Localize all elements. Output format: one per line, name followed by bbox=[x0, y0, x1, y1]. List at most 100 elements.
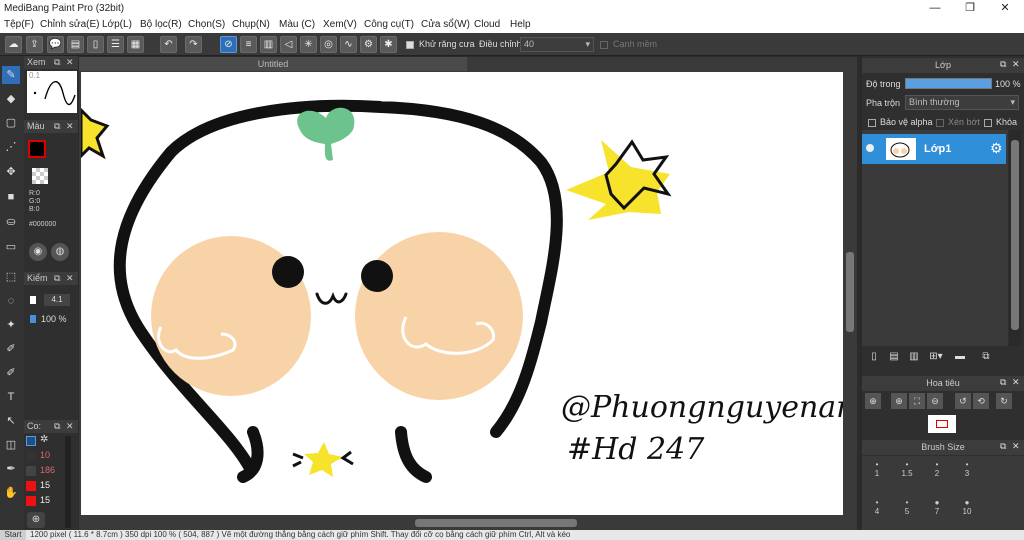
vertical-scroll-thumb[interactable] bbox=[846, 252, 854, 332]
float-icon[interactable]: ⧉ bbox=[54, 57, 60, 68]
lock-checkbox[interactable] bbox=[984, 118, 992, 129]
menu-capture[interactable]: Chụp(N) bbox=[232, 19, 270, 30]
gear-snap-icon[interactable]: ⚙ bbox=[360, 36, 377, 53]
brush-size-option[interactable]: • 1 bbox=[862, 460, 892, 480]
horizontal-scrollbar[interactable] bbox=[81, 517, 843, 529]
close-icon[interactable]: ✕ bbox=[66, 57, 74, 68]
menu-filter[interactable]: Bộ lọc(R) bbox=[140, 19, 182, 30]
eraser-tool-icon[interactable]: ◆ bbox=[2, 90, 20, 108]
menu-edit[interactable]: Chỉnh sửa(E) bbox=[40, 19, 100, 30]
close-icon[interactable]: ✕ bbox=[1012, 377, 1020, 388]
duplicate-layer-icon[interactable]: ⧉ bbox=[978, 350, 994, 364]
color-swatch-blue[interactable] bbox=[26, 436, 36, 446]
upload-icon[interactable]: ⇪ bbox=[26, 36, 43, 53]
vertical-scrollbar[interactable] bbox=[845, 72, 855, 515]
menu-view[interactable]: Xem(V) bbox=[323, 19, 357, 30]
menu-tools[interactable]: Công cụ(T) bbox=[364, 19, 414, 30]
eyedropper-tool-icon[interactable]: ✒ bbox=[2, 460, 20, 478]
comment-icon[interactable]: 💬 bbox=[47, 36, 64, 53]
curve-snap-icon[interactable]: ∿ bbox=[340, 36, 357, 53]
close-icon[interactable]: ✕ bbox=[988, 0, 1022, 17]
menu-select[interactable]: Chọn(S) bbox=[188, 19, 225, 30]
float-icon[interactable]: ⧉ bbox=[54, 121, 60, 132]
brush-size-option[interactable]: • 3 bbox=[952, 460, 982, 480]
color-swatch-red[interactable] bbox=[26, 481, 36, 491]
zoom-fit-icon[interactable]: ⊕ bbox=[891, 393, 907, 409]
color-list-scrollbar[interactable] bbox=[65, 436, 71, 528]
menu-layer[interactable]: Lớp(L) bbox=[102, 19, 132, 30]
undo-icon[interactable]: ↶ bbox=[160, 36, 177, 53]
move-tool-icon[interactable]: ✥ bbox=[2, 163, 20, 181]
bucket-tool-icon[interactable]: ⛀ bbox=[2, 213, 20, 231]
menu-file[interactable]: Tệp(F) bbox=[4, 19, 34, 30]
horizontal-scroll-thumb[interactable] bbox=[415, 519, 577, 527]
menu-color[interactable]: Màu (C) bbox=[279, 19, 315, 30]
document-tab[interactable]: Untitled bbox=[79, 57, 467, 71]
cross-snap-icon[interactable]: ▥ bbox=[260, 36, 277, 53]
zoom-in-icon[interactable]: ⊕ bbox=[865, 393, 881, 409]
document-icon[interactable]: ▯ bbox=[87, 36, 104, 53]
close-icon[interactable]: ✕ bbox=[66, 273, 74, 284]
dot-brush-icon[interactable]: ⋰ bbox=[2, 138, 20, 156]
primary-color-swatch[interactable] bbox=[28, 140, 46, 158]
brush-size-option[interactable]: • 2 bbox=[922, 460, 952, 480]
antialias-checkbox[interactable] bbox=[406, 40, 414, 51]
color-swatch-gray[interactable] bbox=[26, 466, 36, 476]
brush-size-option[interactable]: ● 10 bbox=[952, 498, 982, 518]
menu-window[interactable]: Cửa sổ(W) bbox=[421, 19, 470, 30]
parallel-snap-icon[interactable]: ≡ bbox=[240, 36, 257, 53]
eye-icon[interactable] bbox=[866, 144, 874, 152]
gear-icon[interactable]: ✲ bbox=[40, 434, 48, 445]
float-icon[interactable]: ⧉ bbox=[54, 421, 60, 432]
rotate-right-icon[interactable]: ↻ bbox=[996, 393, 1012, 409]
close-icon[interactable]: ✕ bbox=[1012, 441, 1020, 452]
magic-wand-icon[interactable]: ✦ bbox=[2, 316, 20, 334]
select-tool-icon[interactable]: ⬚ bbox=[2, 268, 20, 286]
gradient-tool-icon[interactable]: ▭ bbox=[2, 238, 20, 256]
text-tool-icon[interactable]: T bbox=[2, 388, 20, 406]
rotate-left-icon[interactable]: ↺ bbox=[955, 393, 971, 409]
zoom-out-icon[interactable]: ⊖ bbox=[927, 393, 943, 409]
float-icon[interactable]: ⧉ bbox=[1000, 377, 1006, 388]
vanish-snap-icon[interactable]: ◁ bbox=[280, 36, 297, 53]
brush-size-option[interactable]: • 1.5 bbox=[892, 460, 922, 480]
new-halftone-layer-icon[interactable]: ▤ bbox=[886, 350, 902, 364]
add-color-icon[interactable]: ⊕ bbox=[27, 512, 45, 528]
menu-cloud[interactable]: Cloud bbox=[474, 19, 500, 30]
gear-icon[interactable]: ⚙ bbox=[990, 140, 1003, 157]
new-layer-icon[interactable]: ▯ bbox=[866, 350, 882, 364]
folder-icon[interactable]: ▬ bbox=[952, 350, 968, 364]
brush-size-value[interactable]: 4.1 bbox=[44, 294, 70, 306]
new-8bit-layer-icon[interactable]: ▥ bbox=[906, 350, 922, 364]
secondary-color-swatch[interactable] bbox=[32, 168, 48, 184]
protect-alpha-checkbox[interactable] bbox=[868, 118, 876, 129]
fill-rect-icon[interactable]: ■ bbox=[2, 188, 20, 206]
adjust-select[interactable]: 40 ▾ bbox=[520, 37, 594, 52]
brush-size-option[interactable]: ● 7 bbox=[922, 498, 952, 518]
select-eraser-icon[interactable]: ✐ bbox=[2, 364, 20, 382]
close-icon[interactable]: ✕ bbox=[66, 121, 74, 132]
float-icon[interactable]: ⧉ bbox=[1000, 59, 1006, 70]
layer-opacity-slider[interactable] bbox=[905, 78, 992, 89]
hand-tool-icon[interactable]: ✋ bbox=[2, 484, 20, 502]
operation-tool-icon[interactable]: ↖ bbox=[2, 412, 20, 430]
color-picker-icon[interactable]: ◍ bbox=[51, 243, 69, 261]
brush-tool-icon[interactable]: ✎ bbox=[2, 66, 20, 84]
minimize-icon[interactable]: — bbox=[918, 0, 952, 17]
color-swatch-red-2[interactable] bbox=[26, 496, 36, 506]
circle-snap-icon[interactable]: ◎ bbox=[320, 36, 337, 53]
menu-help[interactable]: Help bbox=[510, 19, 531, 30]
drawing-canvas[interactable]: @Phuongnguyenanh #Hd 247 bbox=[81, 72, 843, 515]
float-icon[interactable]: ⧉ bbox=[1000, 441, 1006, 452]
list-icon[interactable]: ☰ bbox=[107, 36, 124, 53]
cloud-icon[interactable]: ☁ bbox=[5, 36, 22, 53]
no-snap-icon[interactable]: ⊘ bbox=[220, 36, 237, 53]
layer-scroll-thumb[interactable] bbox=[1011, 140, 1019, 330]
navigator-preview[interactable] bbox=[928, 415, 956, 433]
lasso-tool-icon[interactable]: ◌ bbox=[2, 292, 20, 310]
radial-snap-icon[interactable]: ✳ bbox=[300, 36, 317, 53]
palette-icon[interactable]: ◉ bbox=[29, 243, 47, 261]
speech-icon[interactable]: ▤ bbox=[67, 36, 84, 53]
redo-icon[interactable]: ↷ bbox=[185, 36, 202, 53]
brush-size-option[interactable]: • 4 bbox=[862, 498, 892, 518]
